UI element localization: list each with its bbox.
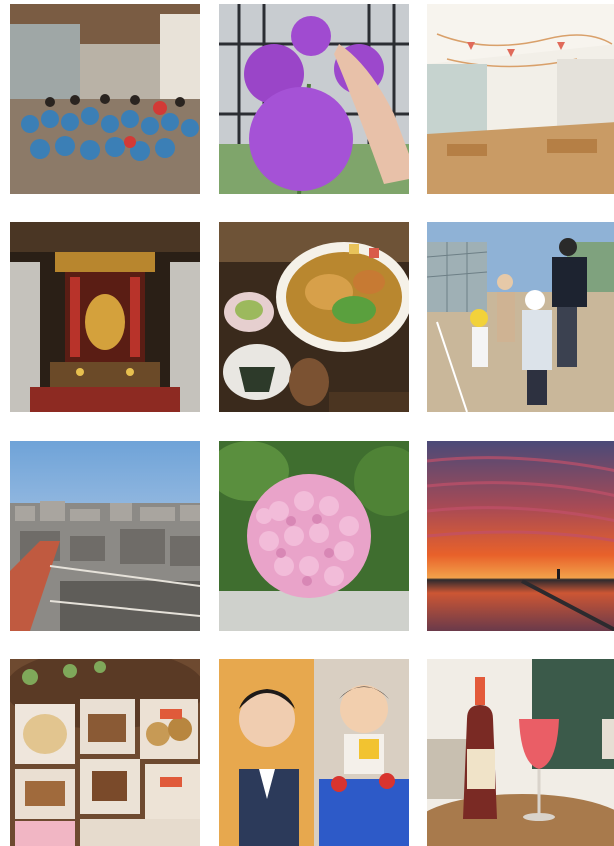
photo-allium[interactable] [219, 4, 409, 194]
udon-image [219, 222, 409, 412]
photo-grid [0, 0, 614, 846]
photo-hall[interactable] [427, 4, 614, 194]
drink-image [427, 659, 614, 846]
rooftop-image [427, 222, 614, 412]
portrait-image [219, 659, 409, 846]
hydrangea-image [219, 441, 409, 631]
photo-udon[interactable] [219, 222, 409, 412]
altar-image [10, 222, 200, 412]
photo-drink[interactable] [427, 659, 614, 846]
photo-city-view[interactable] [10, 441, 200, 631]
photo-rooftop-kids[interactable] [427, 222, 614, 412]
group-photo-image [10, 4, 200, 194]
sunset-image [427, 441, 614, 631]
city-view-image [10, 441, 200, 631]
sweets-image [10, 659, 200, 846]
photo-sweets[interactable] [10, 659, 200, 846]
photo-group-team[interactable] [10, 4, 200, 194]
photo-hydrangea[interactable] [219, 441, 409, 631]
photo-sunset[interactable] [427, 441, 614, 631]
hall-image [427, 4, 614, 194]
photo-portrait-figurine[interactable] [219, 659, 409, 846]
photo-altar[interactable] [10, 222, 200, 412]
allium-image [219, 4, 409, 194]
